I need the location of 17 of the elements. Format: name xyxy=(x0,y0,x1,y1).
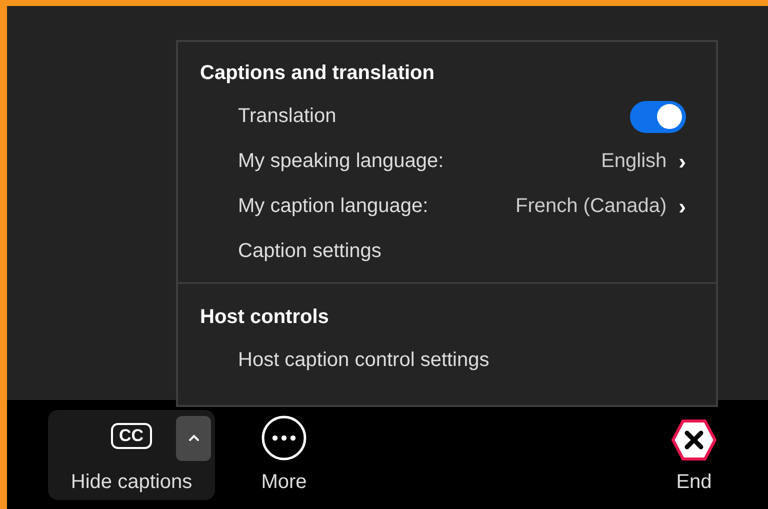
section-title: Captions and translation xyxy=(200,62,436,86)
caret-button[interactable] xyxy=(176,416,211,460)
caret-icon xyxy=(186,433,200,443)
menu-item-label: My speaking language: xyxy=(238,150,444,173)
more-icon xyxy=(261,414,307,460)
cc-icon: CC xyxy=(111,422,152,448)
end-button[interactable]: End xyxy=(671,410,717,500)
menu-item-label: Translation xyxy=(238,105,336,128)
section-title: Host controls xyxy=(200,306,330,330)
more-button[interactable]: More xyxy=(261,410,307,500)
end-icon xyxy=(671,418,717,460)
language-selector[interactable]: French (Canada) › xyxy=(515,194,686,220)
menu-item[interactable]: Caption settings xyxy=(238,240,382,263)
language-selector[interactable]: English › xyxy=(601,148,686,174)
translation-toggle[interactable] xyxy=(630,100,686,132)
menu-item[interactable]: Host caption control settings xyxy=(238,349,490,372)
menu-item-label: My caption language: xyxy=(238,195,428,218)
